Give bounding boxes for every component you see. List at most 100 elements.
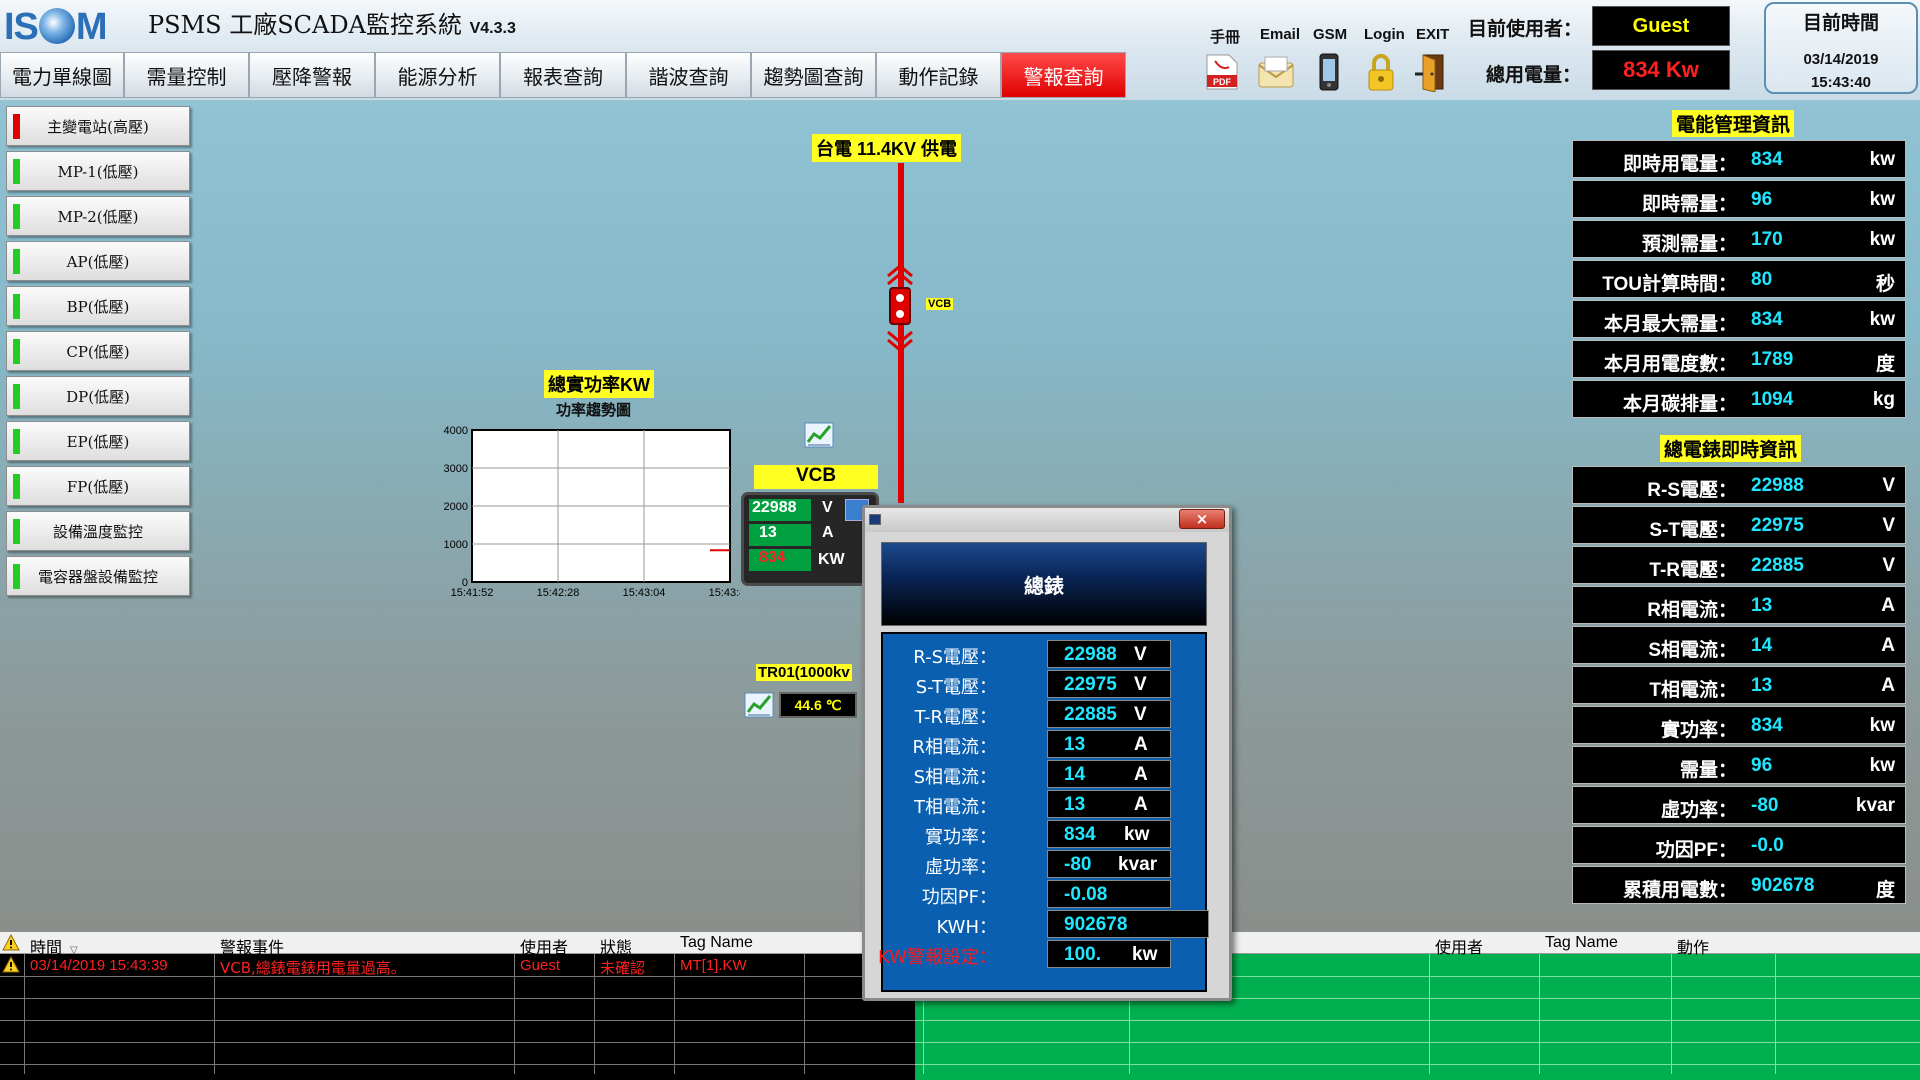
clock-time: 15:43:40: [1810, 74, 1872, 91]
sidebar-item-ep[interactable]: EP(低壓): [6, 421, 190, 461]
trend-chart-icon[interactable]: [804, 420, 834, 454]
alarm-table[interactable]: 時間 ▽ 警報事件 使用者 狀態 Tag Name 03/14/2019 15:4…: [0, 932, 915, 1080]
tab-action-log[interactable]: 動作記錄: [876, 52, 1001, 98]
isom-logo: IS M: [4, 6, 126, 48]
dialog-row-value: 22988 V: [1047, 640, 1171, 668]
dialog-row-label: R相電流：: [912, 737, 997, 758]
clock-panel: 目前時間 03/14/2019 15:43:40: [1764, 2, 1918, 94]
kw-alarm-setting-label: KW警報設定：: [878, 947, 997, 968]
status-indicator: [13, 429, 20, 454]
close-button[interactable]: ×: [1179, 509, 1225, 529]
col-tag-header[interactable]: Tag Name: [1545, 934, 1618, 952]
row-value: 22975: [1751, 515, 1804, 536]
row-label: S-T電壓：: [1649, 520, 1737, 541]
sidebar-item-main-substation[interactable]: 主變電站(高壓): [6, 106, 190, 146]
sidebar-item-capacitor-panel[interactable]: 電容器盤設備監控: [6, 556, 190, 596]
dialog-row-label: 實功率：: [925, 827, 997, 848]
phone-icon[interactable]: [1310, 52, 1348, 92]
sidebar-item-bp[interactable]: BP(低壓): [6, 286, 190, 326]
unit-text: V: [1134, 644, 1147, 665]
alarm-event: VCB,總錶電錶用電量過高。: [220, 959, 406, 977]
tab-trend-query[interactable]: 趨勢圖查詢: [751, 52, 876, 98]
dialog-row-value: 14 A: [1047, 760, 1171, 788]
vcb-current-value: 13: [749, 524, 811, 546]
row-value: 170: [1751, 229, 1783, 250]
sidebar-item-label: BP(低壓): [66, 297, 130, 316]
sidebar-item-ap[interactable]: AP(低壓): [6, 241, 190, 281]
sidebar-item-fp[interactable]: FP(低壓): [6, 466, 190, 506]
y-tick-label: 2000: [444, 501, 468, 513]
row-value: 22885: [1751, 555, 1804, 576]
tab-demand-control[interactable]: 需量控制: [124, 52, 249, 98]
kw-alarm-setting-input[interactable]: 100. kw: [1047, 940, 1171, 968]
manual-label: 手冊: [1210, 29, 1241, 46]
tab-report-query[interactable]: 報表查詢: [500, 52, 626, 98]
status-indicator: [13, 564, 20, 589]
grid-line: [915, 1042, 1920, 1043]
table-row[interactable]: 03/14/2019 15:43:39 VCB,總錶電錶用電量過高。 Guest…: [0, 955, 915, 977]
dialog-title: 總錶: [881, 542, 1207, 626]
meter-detail-dialog[interactable]: × 總錶 R-S電壓： 22988 V S-T電壓： 22975 V T-R電壓： …: [862, 505, 1232, 1001]
tab-voltage-drop-alarm[interactable]: 壓降警報: [249, 52, 375, 98]
exit-door-icon[interactable]: [1412, 52, 1450, 92]
dialog-row-value: -80 kvar: [1047, 850, 1171, 878]
sidebar-item-mp2[interactable]: MP-2(低壓): [6, 196, 190, 236]
row-label: T-R電壓：: [1649, 560, 1737, 581]
grid-line: [1539, 954, 1540, 1074]
vcb-reading-box[interactable]: 22988 V 13 A 834 KW: [741, 492, 879, 586]
transformer-trend-icon[interactable]: [744, 690, 774, 724]
meter-row: 功因PF： -0.0: [1572, 826, 1906, 864]
row-value: 96: [1751, 189, 1773, 210]
col-action-header[interactable]: 動作: [1677, 934, 1709, 958]
x-tick-label: 15:43:04: [623, 587, 666, 599]
unit-text: V: [1134, 704, 1147, 725]
row-label: T相電流：: [1649, 680, 1737, 701]
grid-line: [1775, 954, 1776, 1074]
sidebar-item-equipment-temp[interactable]: 設備溫度監控: [6, 511, 190, 551]
row-label: 本月最大需量：: [1603, 314, 1737, 335]
dialog-row-value: 22975 V: [1047, 670, 1171, 698]
sidebar-item-label: 主變電站(高壓): [47, 117, 149, 136]
row-unit: kw: [1869, 189, 1895, 210]
y-tick-label: 3000: [444, 463, 468, 475]
row-unit: 秒: [1875, 274, 1895, 295]
row-label: TOU計算時間：: [1602, 274, 1737, 295]
dialog-titlebar[interactable]: ×: [865, 508, 1229, 532]
row-value: -80: [1751, 795, 1779, 816]
energy-row: 本月用電度數： 1789 度: [1572, 340, 1906, 378]
meter-row: T相電流： 13 A: [1572, 666, 1906, 704]
meter-row: 虛功率： -80 kvar: [1572, 786, 1906, 824]
vcb-breaker-symbol[interactable]: [882, 262, 918, 352]
vcb-voltage-value: 22988: [749, 499, 811, 521]
pdf-icon[interactable]: PDF: [1203, 52, 1241, 92]
unit-text: A: [1134, 734, 1148, 755]
dialog-row-label: KWH：: [936, 917, 998, 938]
row-label: R-S電壓：: [1647, 480, 1737, 501]
tab-harmonic-query[interactable]: 諧波查詢: [626, 52, 751, 98]
email-icon[interactable]: [1257, 52, 1295, 92]
sidebar-item-label: AP(低壓): [66, 252, 130, 271]
meter-row: 累積用電數： 902678 度: [1572, 866, 1906, 904]
sidebar-item-label: CP(低壓): [66, 342, 130, 361]
tab-energy-analysis[interactable]: 能源分析: [375, 52, 500, 98]
col-tag-header[interactable]: Tag Name: [680, 934, 753, 952]
version-label: V4.3.3: [469, 20, 516, 37]
row-label: R相電流：: [1647, 600, 1737, 621]
dialog-row-label: T相電流：: [914, 797, 997, 818]
sidebar-item-dp[interactable]: DP(低壓): [6, 376, 190, 416]
col-user-header[interactable]: 使用者: [1435, 934, 1483, 958]
row-unit: 度: [1875, 354, 1895, 375]
alarm-table-header: [0, 932, 915, 954]
sidebar-item-mp1[interactable]: MP-1(低壓): [6, 151, 190, 191]
vcb-power-value: 834: [749, 549, 811, 571]
sidebar-item-cp[interactable]: CP(低壓): [6, 331, 190, 371]
lock-icon[interactable]: [1362, 52, 1400, 92]
grid-line: [915, 1064, 1920, 1065]
row-label: 預測需量：: [1641, 234, 1737, 255]
breaker-tag: VCB: [926, 298, 954, 310]
tab-single-line-diagram[interactable]: 電力單線圖: [0, 52, 124, 98]
tab-alarm-query[interactable]: 警報查詢: [1001, 52, 1126, 98]
row-unit: V: [1882, 475, 1895, 496]
status-indicator: [13, 249, 20, 274]
chart-subtitle: 功率趨勢圖: [556, 401, 632, 419]
